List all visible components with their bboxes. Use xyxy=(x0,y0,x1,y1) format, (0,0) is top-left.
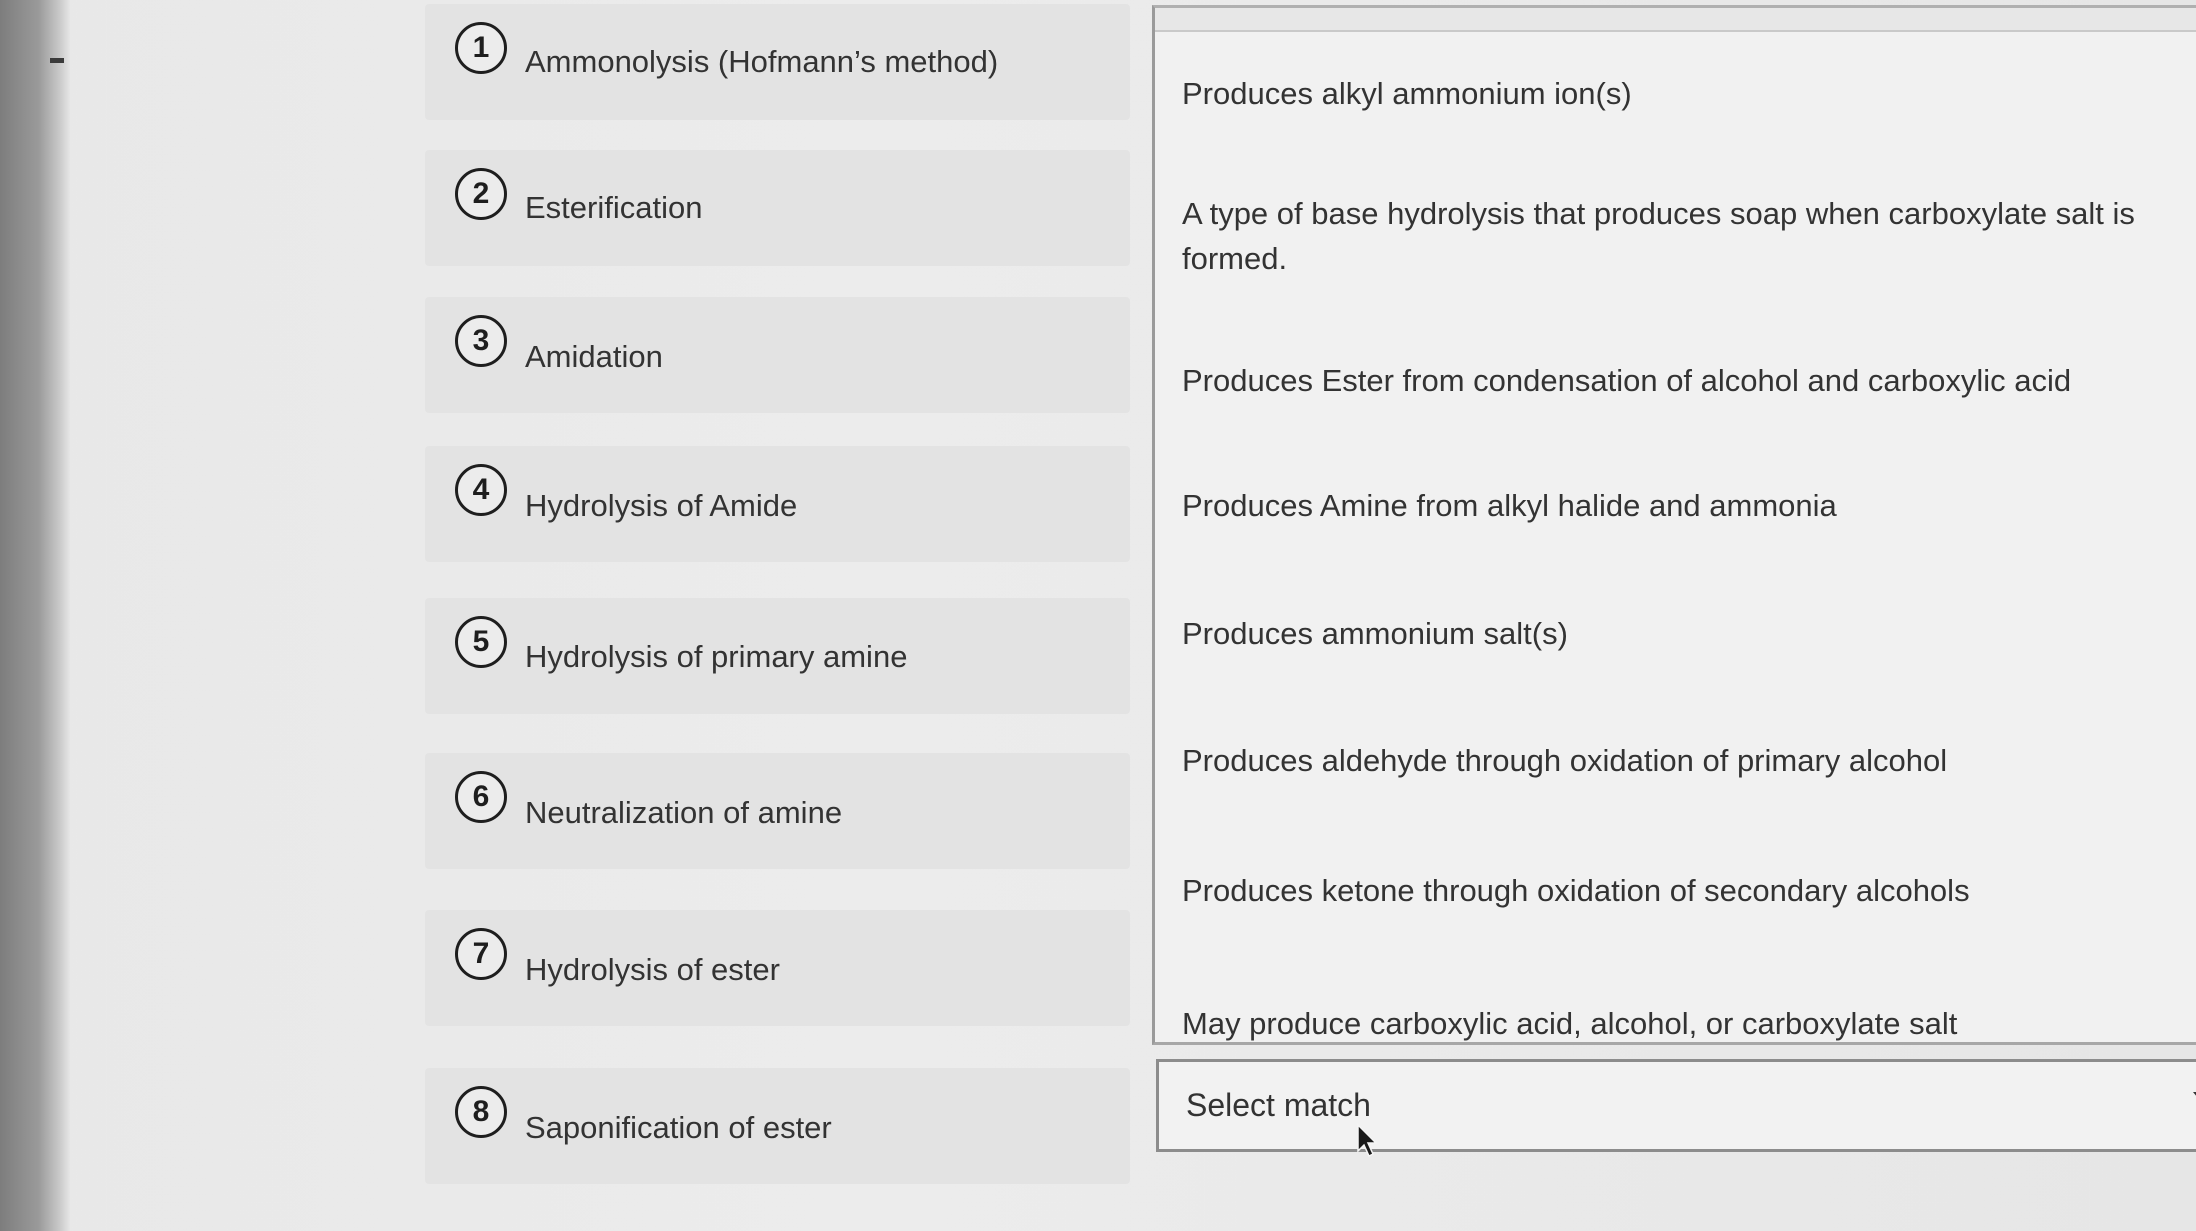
number-badge: 6 xyxy=(455,771,507,823)
description-8: May produce carboxylic acid, alcohol, or… xyxy=(1182,1006,1958,1041)
term-label: Hydrolysis of Amide xyxy=(525,488,798,523)
number-badge: 4 xyxy=(455,464,507,516)
term-item-6: 6 Neutralization of amine xyxy=(425,753,1130,869)
description-1: Produces alkyl ammonium ion(s) xyxy=(1182,76,1632,111)
description-2: A type of base hydrolysis that produces … xyxy=(1182,196,2135,276)
term-label: Neutralization of amine xyxy=(525,795,843,830)
term-label: Hydrolysis of ester xyxy=(525,952,780,987)
number-badge: 7 xyxy=(455,928,507,980)
term-item-7: 7 Hydrolysis of ester xyxy=(425,910,1130,1026)
term-item-8: 8 Saponification of ester xyxy=(425,1068,1130,1184)
description-7: Produces ketone through oxidation of sec… xyxy=(1182,873,1970,908)
description-6: Produces aldehyde through oxidation of p… xyxy=(1182,743,1948,778)
term-item-4: 4 Hydrolysis of Amide xyxy=(425,446,1130,562)
number-badge: 2 xyxy=(455,168,507,220)
match-descriptions-panel: Produces alkyl ammonium ion(s) A type of… xyxy=(1152,5,2196,1045)
select-match-dropdown[interactable]: Select match xyxy=(1156,1059,2196,1152)
term-item-5: 5 Hydrolysis of primary amine xyxy=(425,598,1130,714)
term-label: Amidation xyxy=(525,339,663,374)
description-5: Produces ammonium salt(s) xyxy=(1182,616,1568,651)
description-3: Produces Ester from condensation of alco… xyxy=(1182,363,2072,398)
term-label: Esterification xyxy=(525,190,703,225)
edge-marker xyxy=(50,58,64,63)
panel-top-bar xyxy=(1155,8,2196,32)
term-item-1: 1 Ammonolysis (Hofmann’s method) xyxy=(425,4,1130,120)
number-badge: 3 xyxy=(455,315,507,367)
term-item-3: 3 Amidation xyxy=(425,297,1130,413)
term-label: Hydrolysis of primary amine xyxy=(525,639,908,674)
description-4: Produces Amine from alkyl halide and amm… xyxy=(1182,488,1837,523)
number-badge: 5 xyxy=(455,616,507,668)
left-edge-shadow xyxy=(0,0,70,1231)
number-badge: 1 xyxy=(455,22,507,74)
number-badge: 8 xyxy=(455,1086,507,1138)
mouse-cursor-icon xyxy=(1357,1123,1378,1158)
term-item-2: 2 Esterification xyxy=(425,150,1130,266)
term-label: Ammonolysis (Hofmann’s method) xyxy=(525,44,999,79)
term-label: Saponification of ester xyxy=(525,1110,832,1145)
select-value: Select match xyxy=(1186,1087,1371,1123)
